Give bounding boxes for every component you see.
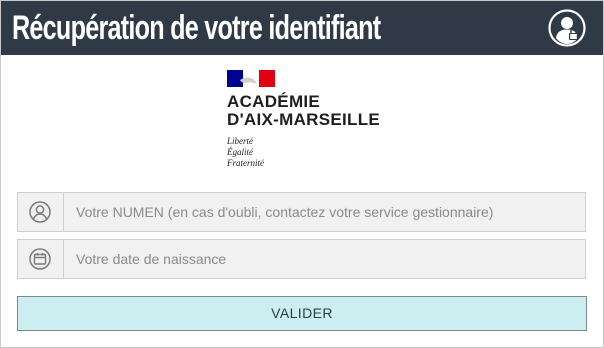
marianne-flag-icon xyxy=(227,70,275,87)
user-lock-icon[interactable] xyxy=(548,9,586,47)
logo-region-line: D'AIX-MARSEILLE xyxy=(227,110,381,129)
academy-logo: ACADÉMIE D'AIX-MARSEILLE Liberté Égalité… xyxy=(227,68,407,172)
header-bar: Récupération de votre identifiant xyxy=(1,1,603,55)
motto-egalite: Égalité xyxy=(227,147,253,157)
birthdate-field xyxy=(17,239,586,279)
numen-field xyxy=(17,192,586,232)
motto-liberte: Liberté xyxy=(227,136,253,146)
birthdate-input[interactable] xyxy=(64,240,584,278)
recovery-panel: Récupération de votre identifiant ACADÉM… xyxy=(0,0,604,348)
motto-fraternite: Fraternité xyxy=(227,158,264,168)
page-title: Récupération de votre identifiant xyxy=(12,9,381,47)
validate-button[interactable]: VALIDER xyxy=(17,296,587,331)
logo-academy-line: ACADÉMIE xyxy=(227,92,321,111)
user-icon xyxy=(18,193,64,231)
calendar-icon xyxy=(18,240,64,278)
numen-input[interactable] xyxy=(64,193,584,231)
